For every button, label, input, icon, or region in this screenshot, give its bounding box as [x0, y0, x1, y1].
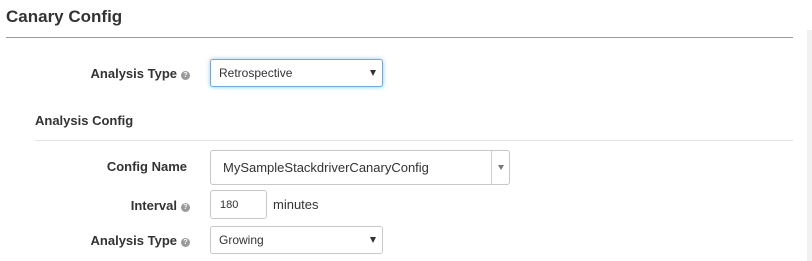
interval-label: Interval: [130, 198, 177, 213]
config-analysis-type-label: Analysis Type: [90, 233, 177, 248]
analysis-config-divider: [35, 140, 793, 141]
config-name-label: Config Name: [106, 159, 187, 174]
config-analysis-type-select[interactable]: Growing: [210, 226, 383, 254]
scrollbar[interactable]: [807, 30, 812, 261]
interval-label-row: Interval?: [60, 198, 190, 213]
interval-unit: minutes: [273, 197, 319, 212]
caret-down-icon: [497, 165, 504, 170]
config-name-selected-value: MySampleStackdriverCanaryConfig: [223, 160, 429, 175]
caret-down-icon: [370, 70, 376, 76]
config-analysis-type-label-row: Analysis Type?: [60, 233, 190, 248]
analysis-type-label-row: Analysis Type?: [60, 66, 190, 81]
analysis-config-title: Analysis Config: [35, 113, 134, 128]
help-icon[interactable]: ?: [181, 238, 190, 247]
section-divider: [6, 37, 793, 38]
analysis-type-selected-value: Retrospective: [219, 66, 293, 80]
section-title: Canary Config: [6, 7, 123, 26]
analysis-type-label: Analysis Type: [90, 66, 177, 81]
canary-config-page: Canary Config Analysis Type? Retrospecti…: [0, 0, 812, 261]
analysis-type-select[interactable]: Retrospective: [210, 59, 383, 87]
config-analysis-type-selected-value: Growing: [219, 233, 264, 247]
help-icon[interactable]: ?: [181, 71, 190, 80]
caret-down-icon: [370, 237, 376, 243]
interval-input[interactable]: [210, 190, 267, 219]
config-name-select[interactable]: MySampleStackdriverCanaryConfig: [210, 150, 510, 185]
config-name-dropdown-toggle[interactable]: [492, 151, 509, 184]
help-icon[interactable]: ?: [181, 203, 190, 212]
